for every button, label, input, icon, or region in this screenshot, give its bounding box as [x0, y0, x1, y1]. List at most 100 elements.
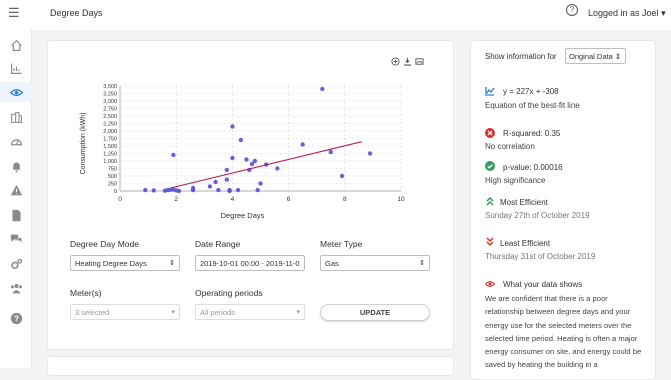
gears-icon — [10, 258, 22, 269]
least-efficient-date: Thursday 31st of October 2019 — [485, 252, 596, 261]
data-point — [339, 173, 345, 179]
date-range-input[interactable]: 2019-10-01 00:00 - 2019-11-0 — [195, 255, 305, 271]
eye-icon — [9, 88, 23, 96]
degree-day-mode-select[interactable]: Heating Degree Days ⇕ — [70, 255, 180, 271]
data-point — [328, 149, 333, 155]
y-tick-label: 3,500 — [103, 84, 117, 90]
bell-icon — [11, 161, 21, 172]
least-efficient-title: Least Efficient — [500, 239, 551, 248]
data-point — [224, 167, 229, 173]
buildings-icon — [10, 111, 22, 123]
hamburger-icon[interactable]: ☰ — [8, 5, 20, 21]
data-point — [367, 151, 373, 156]
p-value-description: High significance — [485, 176, 546, 185]
data-point — [216, 187, 221, 193]
data-point — [190, 185, 196, 191]
gauge-icon — [10, 138, 22, 145]
updown-arrow-icon: ⇕ — [169, 260, 175, 267]
data-point — [275, 166, 280, 171]
y-axis-label: Consumption (kWh) — [80, 113, 87, 175]
sidebar: ? — [0, 30, 32, 368]
y-tick-label: 2,750 — [103, 107, 117, 113]
nav-users[interactable] — [0, 278, 32, 298]
y-tick-label: 750 — [108, 167, 117, 173]
meters-select[interactable]: 3 selected ▾ — [70, 304, 180, 320]
meters-label: Meter(s) — [70, 288, 102, 298]
y-tick-label: 3,250 — [103, 92, 117, 98]
chevrons-down-icon — [486, 237, 494, 247]
user-menu[interactable]: Logged in as Joel ▾ — [588, 8, 666, 19]
p-value-text: p-value: 0.00016 — [503, 163, 563, 172]
line-chart-icon — [485, 87, 495, 96]
r-squared-text: R-squared: 0.35 — [503, 129, 561, 138]
equation-description: Equation of the best-fit line — [485, 101, 580, 110]
chat-icon — [10, 234, 21, 243]
nav-home[interactable] — [0, 35, 32, 55]
data-point — [151, 188, 156, 193]
help-icon: ? — [10, 312, 22, 324]
data-point — [255, 187, 260, 193]
nav-alerts[interactable] — [0, 156, 32, 176]
y-tick-label: 1,750 — [103, 137, 117, 143]
page-title: Degree Days — [50, 8, 103, 18]
y-tick-label: 2,500 — [103, 114, 117, 120]
data-point — [207, 184, 213, 189]
chevron-down-icon: ▾ — [296, 309, 300, 316]
data-point — [176, 188, 182, 194]
show-info-select[interactable]: Original Data ⇕ — [565, 48, 626, 64]
y-tick-label: 500 — [108, 174, 117, 180]
check-circle-icon — [485, 161, 495, 171]
updown-arrow-icon: ⇕ — [419, 260, 425, 267]
most-efficient-title: Most Efficient — [500, 198, 548, 207]
data-point — [227, 188, 232, 194]
nav-charts[interactable] — [0, 58, 32, 78]
data-point — [143, 187, 148, 193]
x-axis-label: Degree Days — [221, 211, 265, 220]
operating-periods-select[interactable]: All periods ▾ — [195, 304, 305, 320]
data-point — [171, 152, 176, 158]
x-tick-label: 0 — [118, 196, 122, 203]
x-tick-label: 10 — [397, 196, 405, 203]
image-icon[interactable] — [415, 57, 424, 66]
y-tick-label: 2,000 — [103, 129, 117, 135]
data-point — [320, 86, 325, 92]
nav-messages[interactable] — [0, 229, 32, 249]
nav-warnings[interactable] — [0, 180, 32, 200]
question-circle-icon[interactable]: ? — [566, 4, 578, 16]
data-shows-title: What your data shows — [503, 280, 583, 289]
y-tick-label: 0 — [114, 189, 117, 195]
x-tick-label: 4 — [231, 196, 235, 203]
trendline — [170, 141, 362, 189]
nav-dashboard[interactable] — [0, 131, 32, 151]
nav-analysis[interactable] — [0, 82, 32, 102]
update-button[interactable]: UPDATE — [320, 304, 430, 321]
chevron-down-icon: ▾ — [171, 309, 175, 316]
bar-chart-icon — [10, 63, 21, 74]
nav-reports[interactable] — [0, 205, 32, 225]
data-point — [213, 179, 218, 185]
top-bar: ☰ Degree Days ? Logged in as Joel ▾ — [0, 0, 671, 30]
y-tick-label: 3,000 — [103, 99, 117, 105]
y-tick-label: 1,000 — [103, 159, 117, 165]
warning-icon — [10, 184, 22, 195]
y-tick-label: 1,250 — [103, 152, 117, 158]
nav-buildings[interactable] — [0, 107, 32, 127]
zoom-icon[interactable] — [391, 57, 400, 66]
y-tick-label: 2,250 — [103, 122, 117, 128]
data-point — [238, 137, 244, 143]
scatter-chart: 02505007501,0001,2501,5001,7502,0002,250… — [80, 84, 405, 220]
show-info-label: Show information for — [485, 52, 557, 61]
meter-type-select[interactable]: Gas ⇕ — [320, 255, 430, 271]
chevrons-up-icon — [486, 196, 494, 206]
data-point — [224, 177, 229, 182]
nav-settings[interactable] — [0, 254, 32, 274]
nav-help[interactable]: ? — [0, 308, 32, 328]
data-point — [300, 142, 305, 147]
data-point — [235, 187, 241, 193]
operating-periods-label: Operating periods — [195, 288, 263, 298]
x-tick-label: 6 — [287, 196, 291, 203]
x-tick-label: 2 — [174, 196, 178, 203]
updown-arrow-icon: ⇕ — [614, 52, 622, 61]
data-point — [230, 155, 235, 161]
download-icon[interactable] — [403, 57, 412, 66]
